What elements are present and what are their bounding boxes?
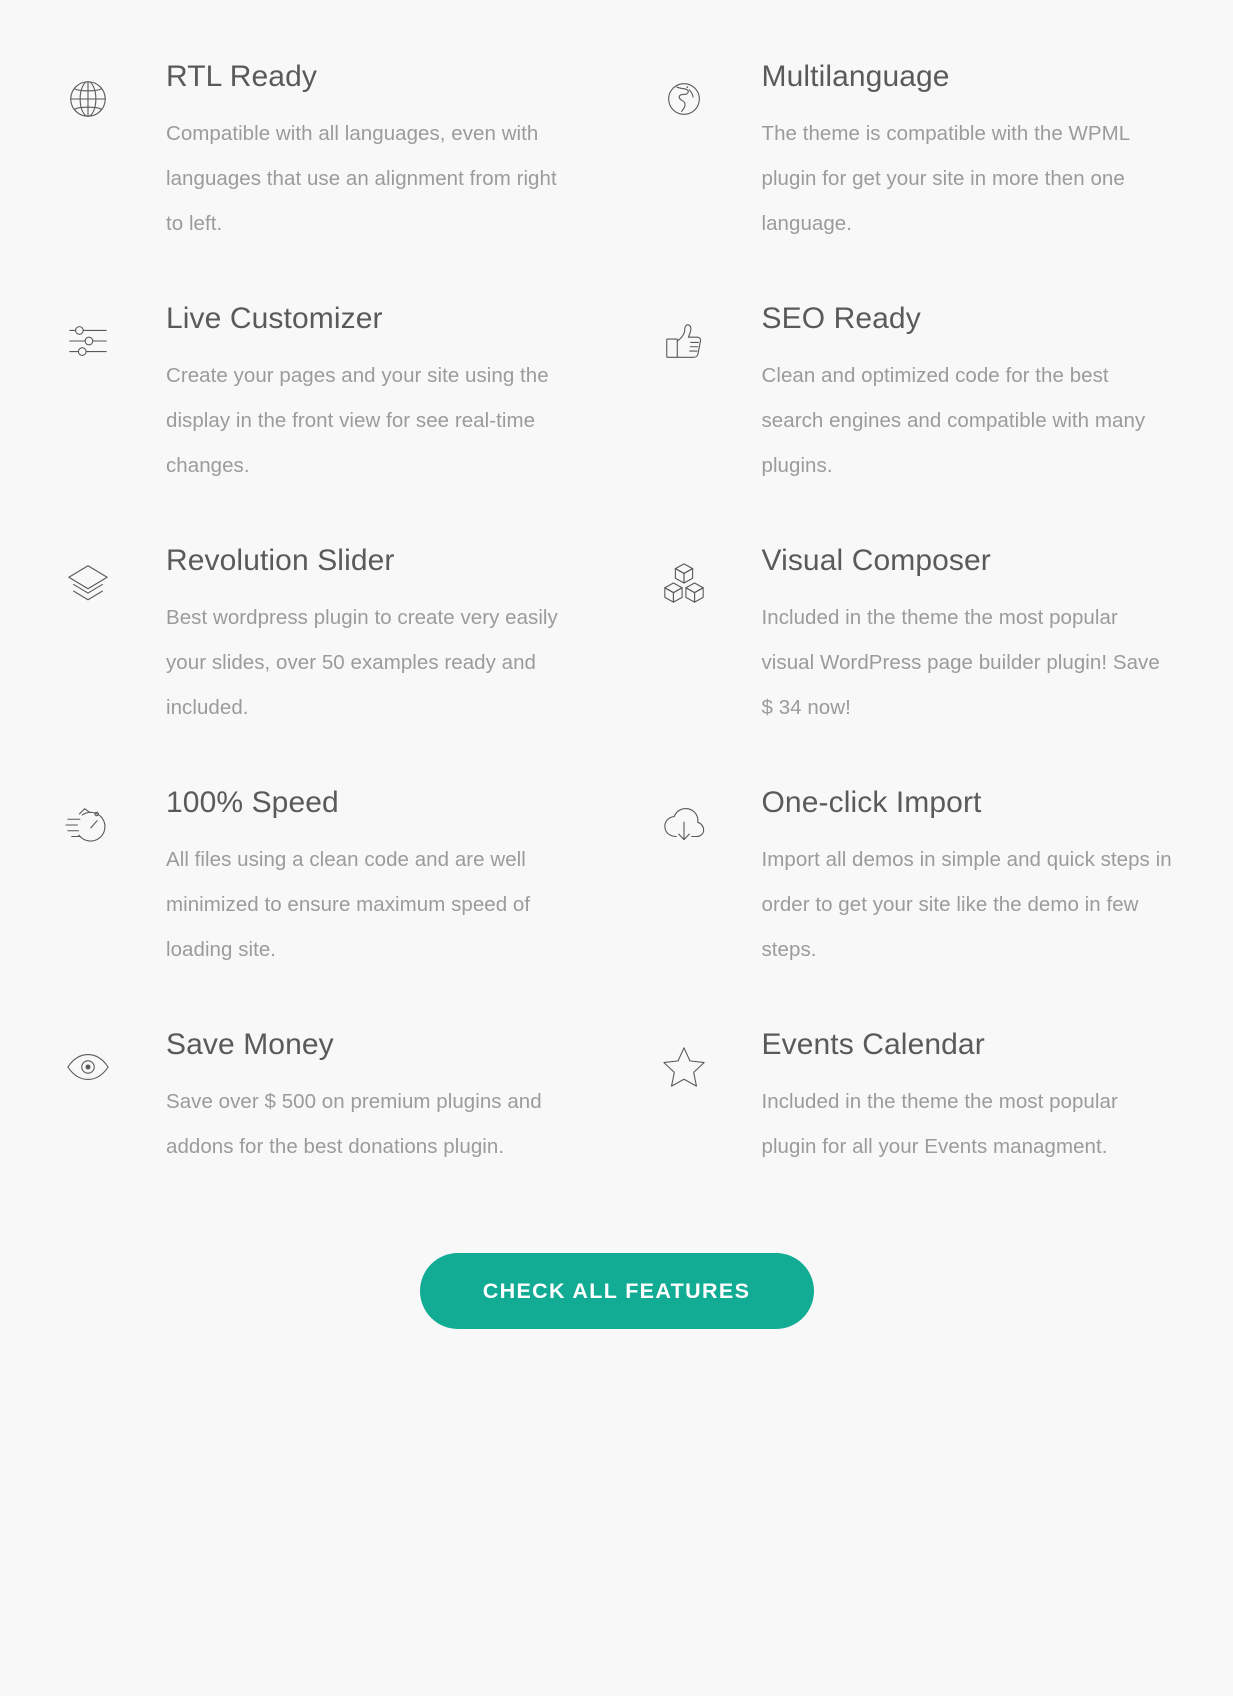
feature-title: One-click Import xyxy=(761,786,982,819)
feature-title: Live Customizer xyxy=(166,302,383,335)
features-cta-wrapper: CHECK ALL FEATURES xyxy=(60,1253,1173,1329)
feature-title: Events Calendar xyxy=(761,1028,985,1061)
check-all-features-button[interactable]: CHECK ALL FEATURES xyxy=(419,1253,814,1329)
feature-title: SEO Ready xyxy=(761,302,921,335)
feature-description: Clean and optimized code for the best se… xyxy=(761,364,1146,477)
stopwatch-icon xyxy=(60,797,116,853)
cubes-icon xyxy=(656,555,712,611)
feature-description: Included in the theme the most popular p… xyxy=(761,1090,1118,1158)
feature-item-save-money: Save Money Save over $ 500 on premium pl… xyxy=(60,1023,578,1237)
feature-item-revolution-slider: Revolution Slider Best wordpress plugin … xyxy=(60,539,578,781)
earth-globe-icon xyxy=(656,71,712,127)
feature-item-speed: 100% Speed All files using a clean code … xyxy=(60,781,578,1023)
feature-body: Visual Composer Included in the theme th… xyxy=(762,539,1174,730)
feature-body: RTL Ready Compatible with all languages,… xyxy=(166,55,578,246)
feature-title: Revolution Slider xyxy=(166,544,395,577)
feature-item-one-click-import: One-click Import Import all demos in sim… xyxy=(656,781,1174,1023)
feature-title: Multilanguage xyxy=(761,60,950,93)
feature-title: Save Money xyxy=(166,1028,334,1061)
feature-description: The theme is compatible with the WPML pl… xyxy=(761,122,1130,235)
cloud-download-icon xyxy=(656,797,712,853)
feature-item-seo-ready: SEO Ready Clean and optimized code for t… xyxy=(656,297,1174,539)
feature-description: Included in the theme the most popular v… xyxy=(761,606,1160,719)
feature-body: One-click Import Import all demos in sim… xyxy=(762,781,1174,972)
feature-body: Multilanguage The theme is compatible wi… xyxy=(762,55,1174,246)
layers-icon xyxy=(60,555,116,611)
globe-grid-icon xyxy=(60,71,116,127)
feature-body: Live Customizer Create your pages and yo… xyxy=(166,297,578,488)
feature-item-multilanguage: Multilanguage The theme is compatible wi… xyxy=(656,55,1174,297)
feature-item-live-customizer: Live Customizer Create your pages and yo… xyxy=(60,297,578,539)
feature-item-events-calendar: Events Calendar Included in the theme th… xyxy=(656,1023,1174,1237)
feature-title: 100% Speed xyxy=(166,786,339,819)
sliders-icon xyxy=(60,313,116,369)
star-icon xyxy=(656,1039,712,1095)
feature-body: Events Calendar Included in the theme th… xyxy=(762,1023,1174,1169)
feature-body: Revolution Slider Best wordpress plugin … xyxy=(166,539,578,730)
eye-icon xyxy=(60,1039,116,1095)
feature-item-visual-composer: Visual Composer Included in the theme th… xyxy=(656,539,1174,781)
feature-description: Best wordpress plugin to create very eas… xyxy=(166,606,558,719)
feature-description: Import all demos in simple and quick ste… xyxy=(761,848,1172,961)
feature-title: RTL Ready xyxy=(166,60,317,93)
feature-body: Save Money Save over $ 500 on premium pl… xyxy=(166,1023,578,1169)
feature-description: Compatible with all languages, even with… xyxy=(166,122,557,235)
thumbs-up-icon xyxy=(656,313,712,369)
feature-description: Save over $ 500 on premium plugins and a… xyxy=(166,1090,542,1158)
feature-item-rtl-ready: RTL Ready Compatible with all languages,… xyxy=(60,55,578,297)
feature-title: Visual Composer xyxy=(761,544,991,577)
features-grid: RTL Ready Compatible with all languages,… xyxy=(60,55,1173,1237)
feature-description: Create your pages and your site using th… xyxy=(166,364,549,477)
feature-description: All files using a clean code and are wel… xyxy=(166,848,531,961)
feature-body: SEO Ready Clean and optimized code for t… xyxy=(762,297,1174,488)
feature-body: 100% Speed All files using a clean code … xyxy=(166,781,578,972)
features-section: RTL Ready Compatible with all languages,… xyxy=(0,0,1233,1696)
